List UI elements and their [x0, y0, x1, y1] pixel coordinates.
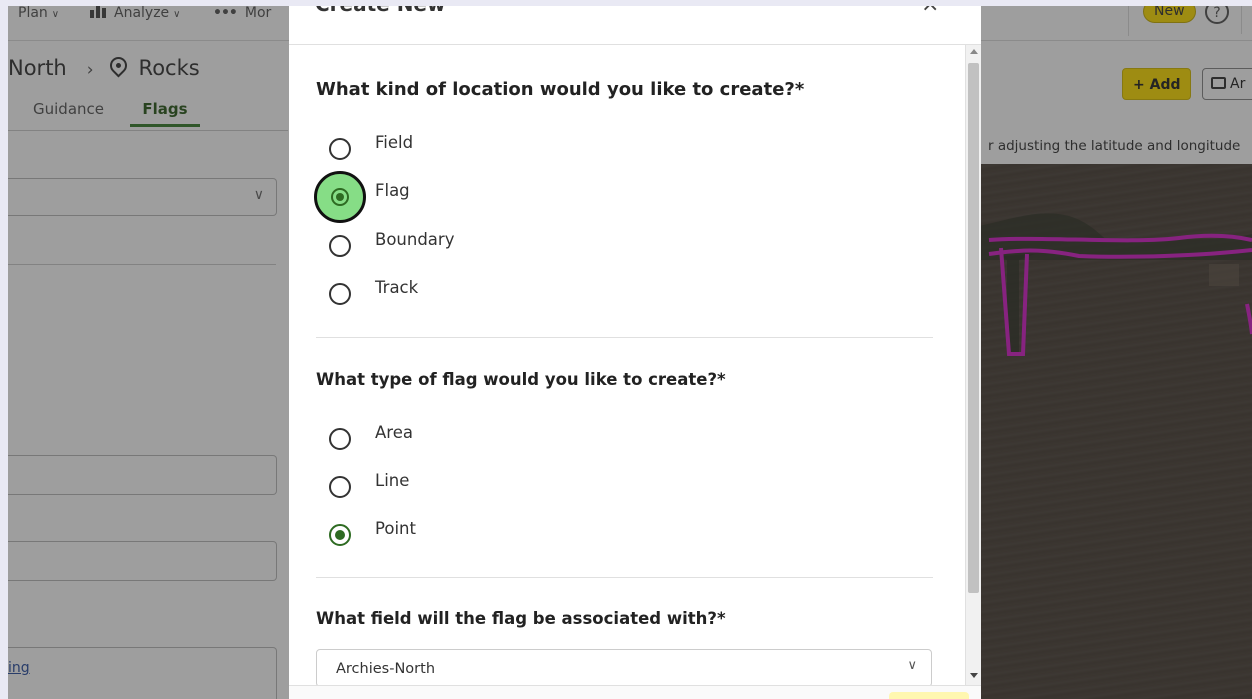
radio-button[interactable]	[329, 138, 351, 160]
flag-type-question: What type of flag would you like to crea…	[316, 370, 726, 389]
section-divider	[316, 337, 933, 338]
field-select[interactable]: Archies-North ∨	[316, 649, 932, 687]
app-frame: Plan ∨ Analyze ∨ ••• Mor New ? North › Rocks …	[8, 6, 1252, 699]
radio-button[interactable]	[329, 476, 351, 498]
modal-title: Create New	[315, 6, 445, 16]
radio-label: Point	[375, 519, 416, 538]
modal-header: Create New ×	[289, 6, 981, 45]
section-divider	[316, 577, 933, 578]
modal-footer	[289, 685, 981, 699]
radio-button[interactable]	[329, 524, 351, 546]
radio-label: Field	[375, 133, 414, 152]
radio-label: Track	[375, 278, 419, 297]
radio-label: Line	[375, 471, 410, 490]
scroll-up-arrow-icon[interactable]	[970, 49, 978, 54]
radio-label: Flag	[375, 181, 410, 200]
radio-label: Area	[375, 423, 413, 442]
radio-label: Boundary	[375, 230, 455, 249]
field-association-question: What field will the flag be associated w…	[316, 609, 726, 628]
radio-button[interactable]	[329, 428, 351, 450]
modal-body: What kind of location would you like to …	[289, 45, 965, 687]
click-highlight-marker	[314, 171, 366, 223]
chevron-down-icon: ∨	[907, 658, 917, 673]
field-select-value: Archies-North	[336, 661, 436, 677]
radio-button[interactable]	[329, 235, 351, 257]
create-new-modal: Create New × What kind of location would…	[289, 6, 981, 699]
scroll-down-arrow-icon[interactable]	[970, 673, 978, 678]
scroll-thumb[interactable]	[968, 63, 979, 593]
radio-button[interactable]	[329, 283, 351, 305]
close-icon[interactable]: ×	[921, 6, 939, 17]
modal-scrollbar[interactable]	[965, 45, 981, 685]
footer-button[interactable]	[889, 692, 969, 699]
location-type-question: What kind of location would you like to …	[316, 79, 805, 100]
